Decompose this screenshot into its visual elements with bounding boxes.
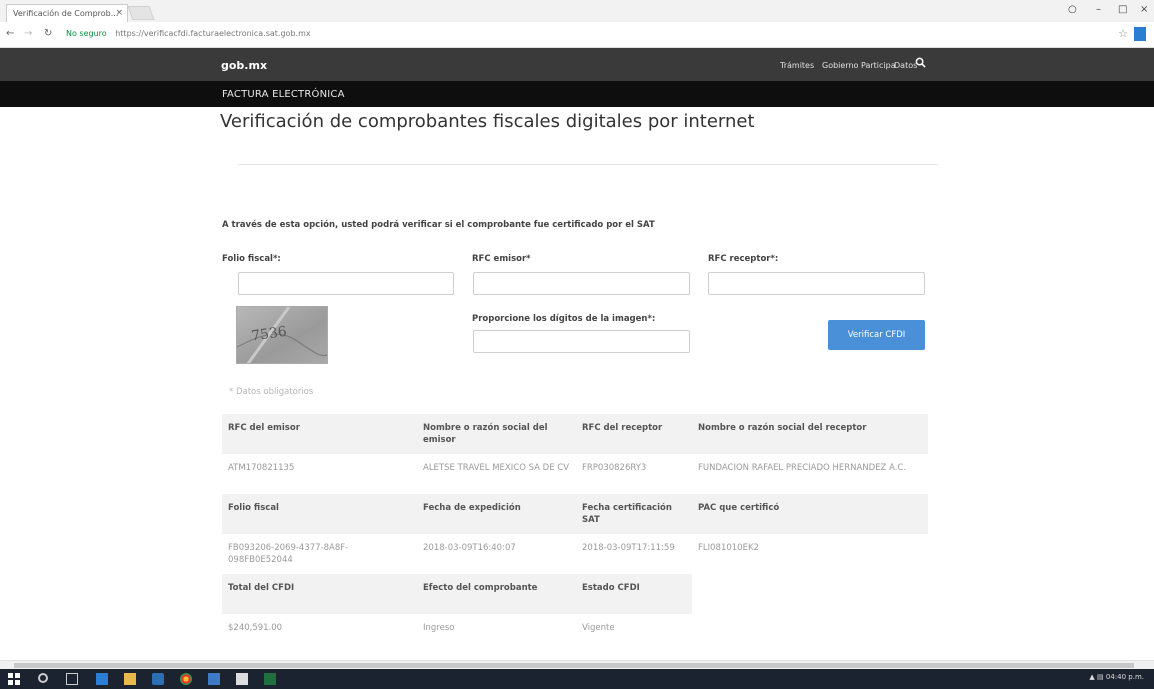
captcha-image: 7536: [236, 306, 328, 364]
table-header: Efecto del comprobante: [417, 574, 576, 614]
table-header: Estado CFDI: [576, 574, 692, 614]
table-cell: [692, 614, 928, 654]
section-bar: FACTURA ELECTRÓNICA: [0, 81, 1154, 107]
table-header: Nombre o razón social del receptor: [692, 414, 928, 454]
site-logo[interactable]: gob.mx: [221, 59, 267, 72]
search-icon[interactable]: [38, 673, 48, 683]
captcha-input[interactable]: [473, 330, 690, 353]
nav-datos[interactable]: Datos: [894, 61, 917, 70]
table-cell: [692, 574, 928, 614]
user-icon[interactable]: ○: [1068, 4, 1077, 15]
extension-icon[interactable]: [1134, 27, 1146, 41]
browser-tab[interactable]: Verificación de Comprob... ×: [6, 4, 128, 22]
scrollbar-thumb[interactable]: [14, 663, 1134, 668]
table-cell: FLI081010EK2: [692, 534, 928, 574]
table-row: ATM170821135 ALETSE TRAVEL MEXICO SA DE …: [222, 454, 928, 494]
table-cell: Vigente: [576, 614, 692, 654]
captcha-label: Proporcione los dígitos de la imagen*:: [472, 314, 656, 324]
table-cell: FB093206-2069-4377-8A8F-098FB0E52044: [222, 534, 417, 574]
system-tray[interactable]: ▲ ▤ 04:40 p.m.: [1089, 673, 1144, 681]
table-cell: Ingreso: [417, 614, 576, 654]
table-header: Folio fiscal: [222, 494, 417, 534]
site-header: gob.mx Trámites Gobierno Participa Datos: [0, 48, 1154, 81]
nav-gobierno[interactable]: Gobierno: [822, 61, 858, 70]
url-field[interactable]: No seguro https://verificacfdi.facturael…: [66, 29, 311, 38]
store-icon[interactable]: [152, 673, 164, 685]
table-header: PAC que certificó: [692, 494, 928, 534]
folio-input[interactable]: [238, 272, 454, 295]
rfc-receptor-label: RFC receptor*:: [708, 254, 779, 264]
nav-participa[interactable]: Participa: [861, 61, 896, 70]
captcha-text: 7536: [250, 324, 288, 345]
table-header: RFC del emisor: [222, 414, 417, 454]
table-row: FB093206-2069-4377-8A8F-098FB0E52044 201…: [222, 534, 928, 574]
table-header: RFC del receptor: [576, 414, 692, 454]
required-note: * Datos obligatorios: [229, 387, 314, 397]
reload-icon[interactable]: ↻: [44, 28, 52, 39]
outlook-icon[interactable]: [208, 673, 220, 685]
page-title: Verificación de comprobantes fiscales di…: [220, 111, 755, 132]
taskbar: ▲ ▤ 04:40 p.m.: [0, 669, 1154, 689]
forward-icon[interactable]: →: [24, 28, 32, 39]
security-indicator[interactable]: No seguro: [66, 29, 107, 38]
horizontal-scrollbar[interactable]: [0, 660, 1154, 669]
verify-cfdi-button[interactable]: Verificar CFDI: [828, 320, 925, 350]
table-cell: ALETSE TRAVEL MEXICO SA DE CV: [417, 454, 576, 494]
rfc-emisor-label: RFC emisor*: [472, 254, 531, 264]
table-header: Nombre o razón social del emisor: [417, 414, 576, 454]
browser-tab-bar: Verificación de Comprob... × ○ – □ ×: [0, 0, 1154, 22]
folio-label: Folio fiscal*:: [222, 254, 281, 264]
table-cell: 2018-03-09T16:40:07: [417, 534, 576, 574]
results-table: RFC del emisor Nombre o razón social del…: [222, 414, 928, 654]
notepad-icon[interactable]: [236, 673, 248, 685]
clock[interactable]: 04:40 p.m.: [1106, 673, 1144, 681]
table-row: Folio fiscal Fecha de expedición Fecha c…: [222, 494, 928, 534]
nav-tramites[interactable]: Trámites: [780, 61, 814, 70]
table-row: Total del CFDI Efecto del comprobante Es…: [222, 574, 928, 614]
table-cell: FUNDACION RAFAEL PRECIADO HERNANDEZ A.C.: [692, 454, 928, 494]
table-cell: $240,591.00: [222, 614, 417, 654]
tab-close-icon[interactable]: ×: [115, 8, 123, 18]
address-bar: ← → ↻ No seguro https://verificacfdi.fac…: [0, 22, 1154, 48]
intro-text: A través de esta opción, usted podrá ver…: [222, 220, 655, 230]
start-icon[interactable]: [8, 673, 20, 685]
task-view-icon[interactable]: [66, 673, 78, 685]
table-row: RFC del emisor Nombre o razón social del…: [222, 414, 928, 454]
table-cell: ATM170821135: [222, 454, 417, 494]
file-explorer-icon[interactable]: [124, 673, 136, 685]
back-icon[interactable]: ←: [6, 28, 14, 39]
table-header: Fecha de expedición: [417, 494, 576, 534]
bookmark-star-icon[interactable]: ☆: [1118, 27, 1128, 40]
table-header: Fecha certificación SAT: [576, 494, 692, 534]
excel-icon[interactable]: [264, 673, 276, 685]
search-icon[interactable]: [915, 57, 926, 68]
close-window-icon[interactable]: ×: [1140, 4, 1148, 15]
chrome-icon[interactable]: [180, 673, 192, 685]
table-cell: 2018-03-09T17:11:59: [576, 534, 692, 574]
new-tab-button[interactable]: [127, 6, 155, 20]
section-title[interactable]: FACTURA ELECTRÓNICA: [222, 89, 345, 100]
table-header: Total del CFDI: [222, 574, 417, 614]
table-row: $240,591.00 Ingreso Vigente: [222, 614, 928, 654]
divider: [238, 164, 938, 165]
tab-title: Verificación de Comprob...: [13, 9, 119, 18]
edge-icon[interactable]: [96, 673, 108, 685]
url-text: https://verificacfdi.facturaelectronica.…: [115, 29, 311, 38]
rfc-emisor-input[interactable]: [473, 272, 690, 295]
minimize-icon[interactable]: –: [1096, 4, 1101, 15]
table-cell: FRP030826RY3: [576, 454, 692, 494]
maximize-icon[interactable]: □: [1118, 4, 1127, 15]
rfc-receptor-input[interactable]: [708, 272, 925, 295]
